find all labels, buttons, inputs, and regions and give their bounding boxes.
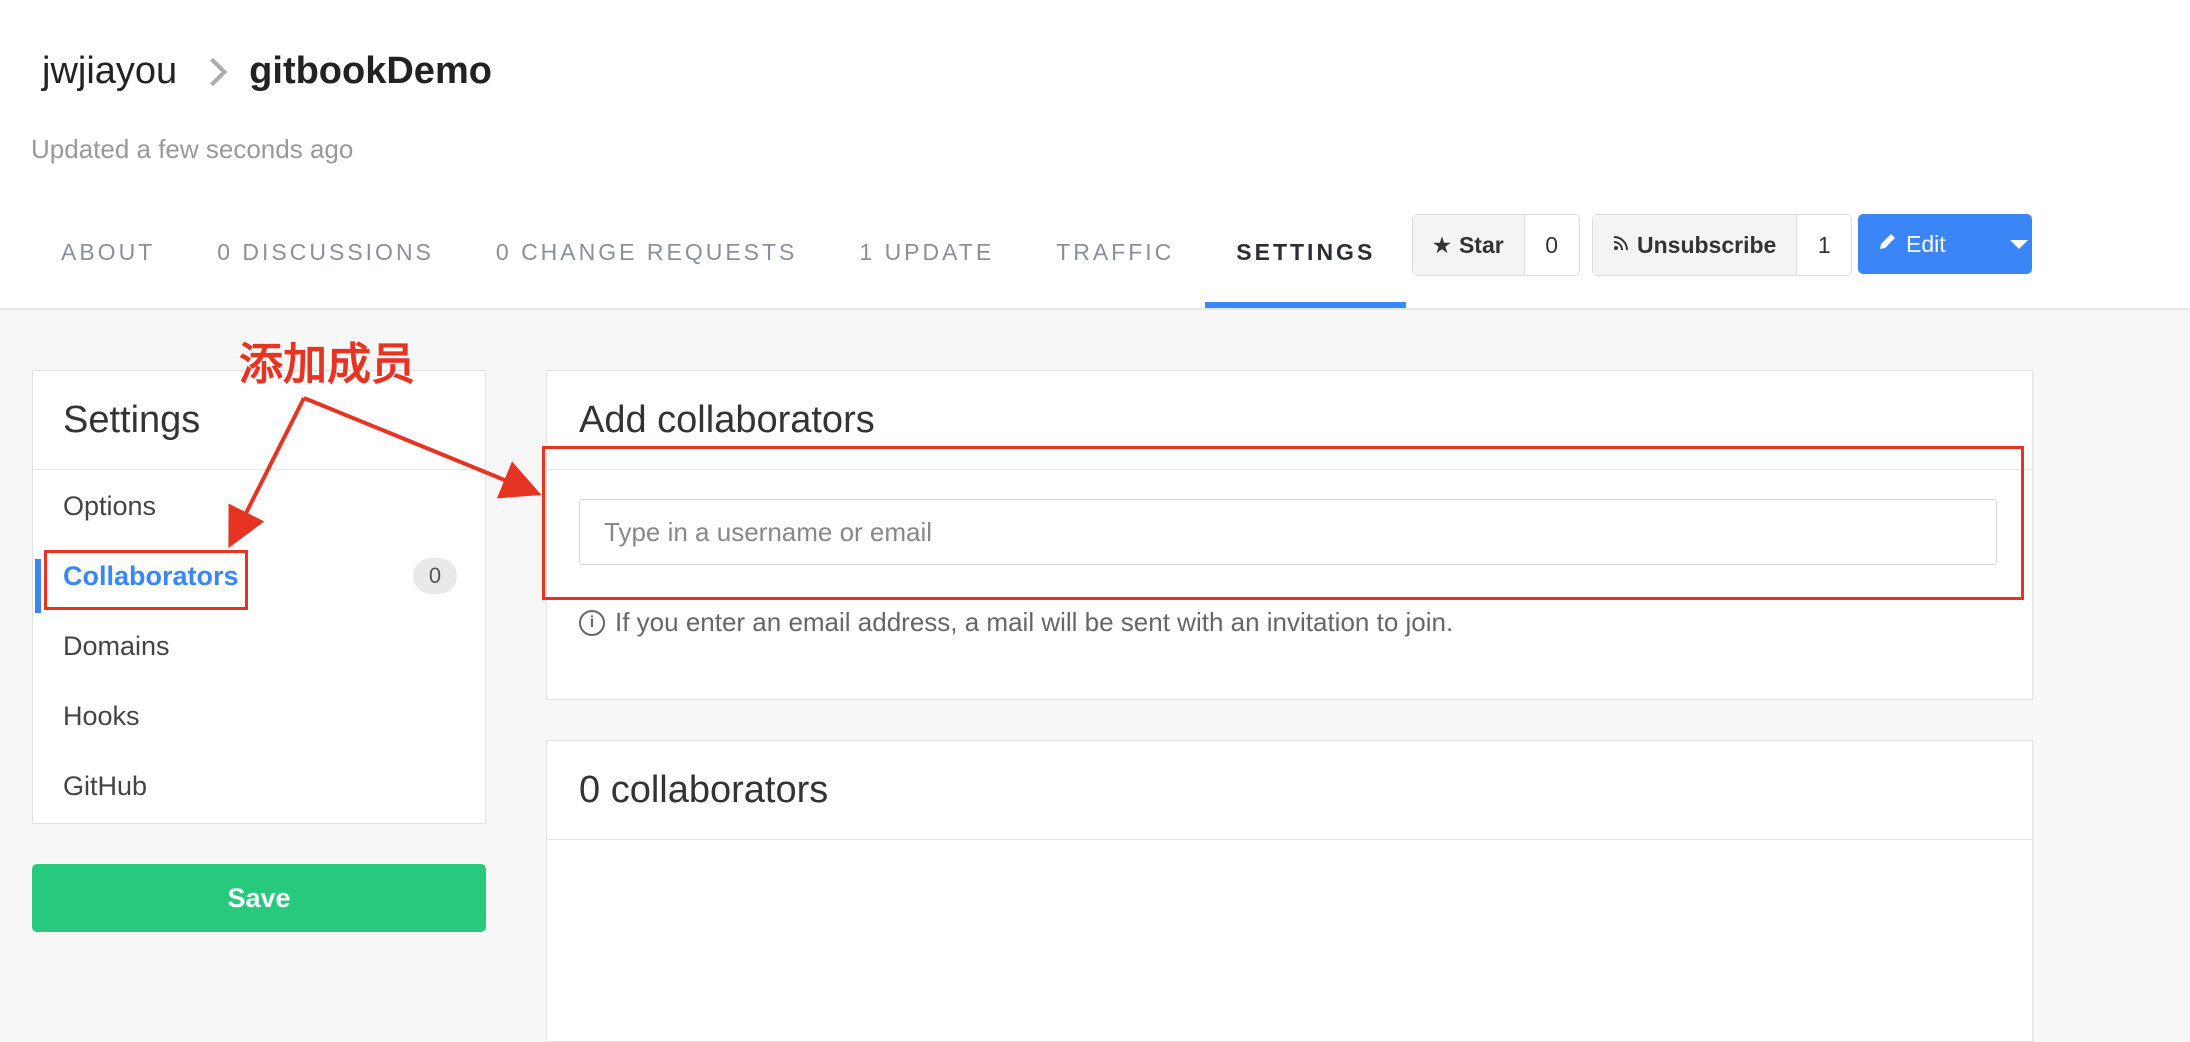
- annotation-box-collaborators: [44, 550, 248, 610]
- tab-change-requests[interactable]: 0 CHANGE REQUESTS: [465, 218, 829, 308]
- collaborators-count-title: 0 collaborators: [579, 769, 829, 811]
- sidebar-item-github[interactable]: GitHub: [63, 771, 147, 802]
- save-button[interactable]: Save: [32, 864, 486, 932]
- divider: [547, 839, 2032, 840]
- chevron-down-icon[interactable]: [2010, 239, 2028, 249]
- sidebar-title: Settings: [63, 399, 201, 441]
- tab-discussions[interactable]: 0 DISCUSSIONS: [186, 218, 465, 308]
- tab-updates[interactable]: 1 UPDATE: [828, 218, 1025, 308]
- sidebar-item-hooks[interactable]: Hooks: [63, 701, 140, 732]
- collaborators-count-badge: 0: [413, 558, 457, 594]
- pencil-icon: [1878, 231, 1898, 257]
- breadcrumb-book-title[interactable]: gitbookDemo: [249, 50, 492, 93]
- updated-status: Updated a few seconds ago: [31, 134, 354, 164]
- unsubscribe-button-group: Unsubscribe 1: [1592, 214, 1853, 276]
- tab-bar: ABOUT 0 DISCUSSIONS 0 CHANGE REQUESTS 1 …: [30, 218, 1407, 308]
- repo-header: jwjiayou gitbookDemo Updated a few secon…: [0, 0, 2190, 310]
- unsubscribe-button[interactable]: Unsubscribe: [1593, 215, 1798, 275]
- chevron-right-icon: [199, 57, 228, 86]
- tab-settings[interactable]: SETTINGS: [1205, 218, 1407, 308]
- annotation-label: 添加成员: [239, 339, 415, 390]
- collaborators-list-card: 0 collaborators: [546, 740, 2033, 1042]
- star-button-group: ★ Star 0: [1412, 214, 1580, 276]
- annotation-box-input: [542, 446, 2024, 600]
- invitation-help: i If you enter an email address, a mail …: [579, 607, 1453, 638]
- star-count[interactable]: 0: [1525, 215, 1579, 275]
- edit-button[interactable]: Edit: [1858, 214, 2032, 274]
- breadcrumb: jwjiayou gitbookDemo: [42, 50, 492, 93]
- active-indicator: [35, 559, 41, 613]
- breadcrumb-owner-link[interactable]: jwjiayou: [42, 50, 177, 93]
- sidebar-item-options[interactable]: Options: [63, 491, 156, 522]
- subscriber-count[interactable]: 1: [1797, 215, 1851, 275]
- star-button[interactable]: ★ Star: [1413, 215, 1525, 275]
- rss-icon: [1613, 234, 1629, 257]
- sidebar-item-domains[interactable]: Domains: [63, 631, 170, 662]
- divider: [33, 469, 485, 470]
- star-icon: ★: [1433, 234, 1451, 257]
- tab-traffic[interactable]: TRAFFIC: [1025, 218, 1205, 308]
- tab-about[interactable]: ABOUT: [30, 218, 186, 308]
- info-icon: i: [579, 609, 605, 636]
- add-collaborators-title: Add collaborators: [579, 399, 875, 441]
